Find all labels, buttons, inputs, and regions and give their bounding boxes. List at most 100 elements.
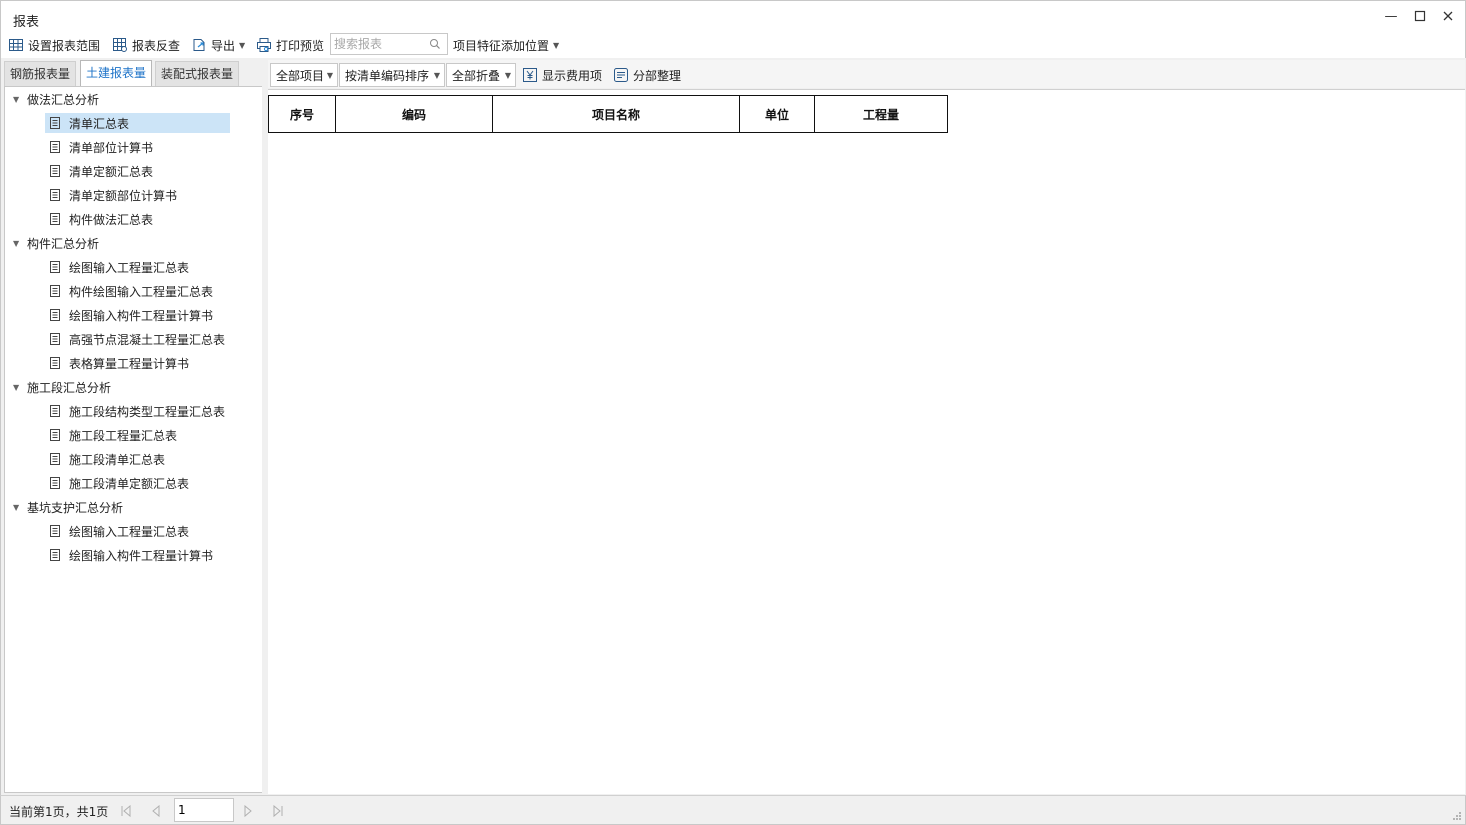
section-tidy-label: 分部整理: [633, 68, 682, 83]
col-header-item-name: 项目名称: [492, 95, 740, 133]
tree-item-label: 清单部位计算书: [69, 140, 154, 155]
filter-all-label: 全部项目: [276, 68, 325, 83]
page-number-input[interactable]: [175, 799, 231, 821]
tree-item[interactable]: 绘图输入构件工程量计算书: [45, 305, 219, 325]
set-range-button[interactable]: 设置报表范围: [8, 34, 100, 56]
document-icon: [50, 117, 60, 129]
tree-item[interactable]: 施工段结构类型工程量汇总表: [45, 401, 231, 421]
caret-down-icon[interactable]: ▼: [13, 503, 27, 512]
tree-item[interactable]: 绘图输入工程量汇总表: [45, 521, 195, 541]
search-icon[interactable]: [429, 38, 441, 50]
col-header-unit: 单位: [739, 95, 815, 133]
first-page-icon[interactable]: [119, 804, 133, 818]
tree-item[interactable]: 构件做法汇总表: [45, 209, 159, 229]
document-icon: [50, 189, 60, 201]
title-bar: 报表 —: [0, 0, 1466, 30]
tree-group-label: 构件汇总分析: [27, 236, 100, 251]
col-header-quantity: 工程量: [814, 95, 948, 133]
export-button[interactable]: 导出 ▼: [191, 34, 245, 56]
tree-item[interactable]: 构件绘图输入工程量汇总表: [45, 281, 219, 301]
document-icon: [50, 477, 60, 489]
tree-item[interactable]: 高强节点混凝土工程量汇总表: [45, 329, 231, 349]
tree-item[interactable]: 绘图输入工程量汇总表: [45, 257, 195, 277]
caret-down-icon[interactable]: ▼: [13, 239, 27, 248]
tree-group-foundation-pit[interactable]: ▼ 基坑支护汇总分析: [13, 497, 123, 517]
set-range-label: 设置报表范围: [28, 38, 101, 53]
filter-all-dropdown[interactable]: 全部项目 ▼: [270, 63, 338, 87]
tree-item-label: 绘图输入构件工程量计算书: [69, 548, 214, 563]
tree-group-construction-stage[interactable]: ▼ 施工段汇总分析: [13, 377, 111, 397]
close-icon[interactable]: [1440, 10, 1456, 26]
tree-item-label: 施工段清单汇总表: [69, 452, 166, 467]
document-icon: [50, 309, 60, 321]
tree-item-label: 清单定额汇总表: [69, 164, 154, 179]
tree-item[interactable]: 施工段清单汇总表: [45, 449, 171, 469]
yen-icon: [523, 68, 537, 82]
document-icon: [50, 525, 60, 537]
reverse-check-label: 报表反查: [132, 38, 181, 53]
table-search-icon: [113, 38, 127, 52]
document-icon: [50, 285, 60, 297]
tree-item-label: 构件绘图输入工程量汇总表: [69, 284, 214, 299]
tab-rebar-report[interactable]: 钢筋报表量: [4, 61, 77, 86]
print-preview-button[interactable]: 打印预览: [256, 34, 324, 56]
grid-range-icon: [9, 39, 23, 51]
tree-group-practice[interactable]: ▼ 做法汇总分析: [13, 89, 99, 109]
chevron-down-icon: ▼: [433, 70, 440, 80]
window-title: 报表: [13, 15, 40, 30]
tree-group-label: 基坑支护汇总分析: [27, 500, 124, 515]
show-fee-label: 显示费用项: [542, 68, 603, 83]
tree-item[interactable]: 清单部位计算书: [45, 137, 159, 157]
tree-item-label: 表格算量工程量计算书: [69, 356, 190, 371]
tree-item-label: 高强节点混凝土工程量汇总表: [69, 332, 226, 347]
print-preview-label: 打印预览: [276, 38, 325, 53]
tab-prefab-report[interactable]: 装配式报表量: [155, 61, 240, 86]
collapse-dropdown[interactable]: 全部折叠 ▼: [446, 63, 516, 87]
left-panel: 钢筋报表量 土建报表量 装配式报表量 ▼ 做法汇总分析 清单汇总表 清单部位计算…: [0, 58, 266, 795]
prev-page-icon[interactable]: [149, 804, 163, 818]
feature-position-dropdown[interactable]: 项目特征添加位置 ▼: [453, 34, 559, 56]
tab-civil-report[interactable]: 土建报表量: [80, 60, 153, 86]
tree-item[interactable]: 清单定额部位计算书: [45, 185, 183, 205]
tree-group-label: 做法汇总分析: [27, 92, 100, 107]
tree-item-label: 施工段清单定额汇总表: [69, 476, 190, 491]
tree-item[interactable]: 施工段清单定额汇总表: [45, 473, 195, 493]
sort-dropdown[interactable]: 按清单编码排序 ▼: [339, 63, 445, 87]
chevron-down-icon: ▼: [504, 70, 511, 80]
document-icon: [50, 357, 60, 369]
tree-group-component[interactable]: ▼ 构件汇总分析: [13, 233, 99, 253]
report-toolbar: 全部项目 ▼ 按清单编码排序 ▼ 全部折叠 ▼ 显示费用项 分部整理: [268, 60, 1465, 88]
tree-item[interactable]: 清单汇总表: [45, 113, 230, 133]
print-preview-icon: [257, 38, 271, 52]
minimize-icon[interactable]: —: [1383, 10, 1399, 26]
tree-item[interactable]: 表格算量工程量计算书: [45, 353, 195, 373]
tree-item[interactable]: 施工段工程量汇总表: [45, 425, 183, 445]
document-icon: [50, 261, 60, 273]
tree-item-label: 施工段工程量汇总表: [69, 428, 178, 443]
tree-item[interactable]: 清单定额汇总表: [45, 161, 159, 181]
chevron-down-icon: ▼: [553, 40, 560, 50]
tree-item-label: 施工段结构类型工程量汇总表: [69, 404, 226, 419]
tree-item-label: 构件做法汇总表: [69, 212, 154, 227]
tree-item-label: 清单汇总表: [69, 116, 130, 131]
show-fee-button[interactable]: 显示费用项: [522, 65, 602, 85]
report-view: 序号 编码 项目名称 单位 工程量: [268, 89, 1465, 794]
tree-group-label: 施工段汇总分析: [27, 380, 112, 395]
reverse-check-button[interactable]: 报表反查: [112, 34, 180, 56]
caret-down-icon[interactable]: ▼: [13, 95, 27, 104]
search-input[interactable]: [331, 34, 423, 54]
caret-down-icon[interactable]: ▼: [13, 383, 27, 392]
table-header-row: 序号 编码 项目名称 单位 工程量: [268, 95, 948, 133]
section-tidy-button[interactable]: 分部整理: [613, 65, 681, 85]
next-page-icon[interactable]: [241, 804, 255, 818]
document-icon: [50, 141, 60, 153]
collapse-label: 全部折叠: [452, 68, 501, 83]
resize-grip-icon[interactable]: [1452, 811, 1462, 821]
last-page-icon[interactable]: [271, 804, 285, 818]
tree-item[interactable]: 绘图输入构件工程量计算书: [45, 545, 219, 565]
document-icon: [50, 333, 60, 345]
export-label: 导出: [211, 38, 236, 53]
document-icon: [50, 549, 60, 561]
document-icon: [50, 405, 60, 417]
maximize-icon[interactable]: [1412, 10, 1428, 26]
